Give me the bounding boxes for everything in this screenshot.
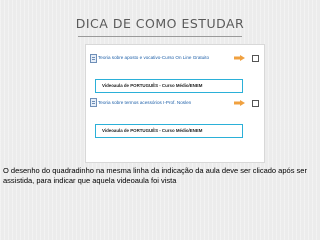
document-icon: [90, 54, 97, 63]
lesson-link-1[interactable]: Teoria sobre aposto e vocativo-Curso On …: [98, 55, 209, 60]
arrow-right-icon: [234, 100, 245, 106]
document-icon: [90, 98, 97, 107]
watched-checkbox-2[interactable]: [252, 100, 259, 107]
video-link-2[interactable]: Videoaula de PORTUGUÊS - Curso Médio/ENE…: [95, 124, 243, 138]
lesson-link-2[interactable]: Teoria sobre termos acessórios I-Prof. N…: [98, 100, 191, 105]
watched-checkbox-1[interactable]: [252, 55, 259, 62]
video-label-1: Videoaula de PORTUGUÊS - Curso Médio/ENE…: [102, 83, 203, 88]
arrow-right-icon: [234, 55, 245, 61]
course-screenshot: Teoria sobre aposto e vocativo-Curso On …: [85, 44, 265, 163]
title-underline: [78, 36, 242, 37]
video-label-2: Videoaula de PORTUGUÊS - Curso Médio/ENE…: [102, 128, 203, 133]
page-title: DICA DE COMO ESTUDAR: [75, 16, 245, 31]
instruction-caption: O desenho do quadradinho na mesma linha …: [3, 166, 307, 185]
video-link-1[interactable]: Videoaula de PORTUGUÊS - Curso Médio/ENE…: [95, 79, 243, 93]
